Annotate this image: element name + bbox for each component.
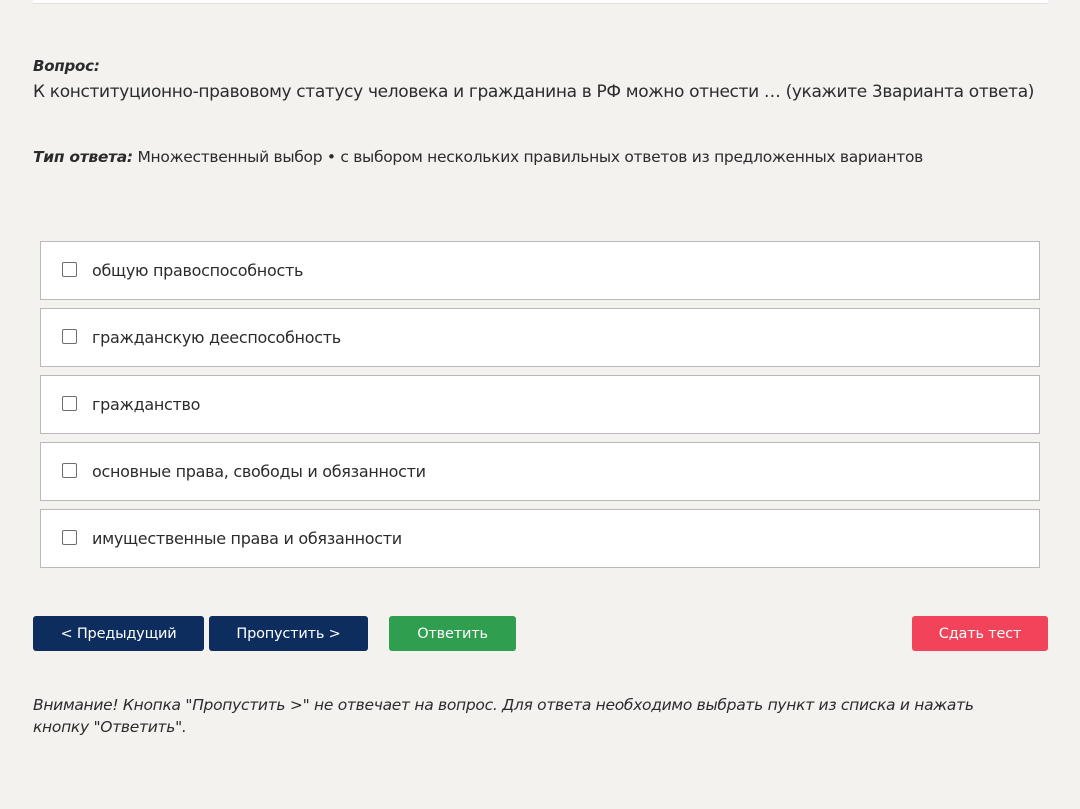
answer-type-value: Множественный выбор • с выбором нескольк… (137, 148, 924, 166)
finish-test-button[interactable]: Сдать тест (912, 616, 1048, 651)
checkbox[interactable] (62, 463, 77, 478)
answer-option[interactable]: гражданскую дееспособность (40, 308, 1040, 367)
checkbox[interactable] (62, 530, 77, 545)
checkbox[interactable] (62, 262, 77, 277)
question-text: К конституционно-правовому статусу челов… (33, 82, 1035, 102)
answer-type: Тип ответа: Множественный выбор • с выбо… (33, 148, 923, 166)
answer-options: общую правоспособность гражданскую деесп… (40, 241, 1040, 576)
answer-option[interactable]: имущественные права и обязанности (40, 509, 1040, 568)
answer-option[interactable]: гражданство (40, 375, 1040, 434)
answer-option-label: общую правоспособность (92, 261, 304, 280)
skip-button[interactable]: Пропустить > (209, 616, 368, 651)
answer-button[interactable]: Ответить (389, 616, 516, 651)
checkbox[interactable] (62, 396, 77, 411)
answer-option[interactable]: основные права, свободы и обязанности (40, 442, 1040, 501)
answer-option-label: гражданство (92, 395, 201, 414)
previous-button[interactable]: < Предыдущий (33, 616, 204, 651)
top-panel (33, 0, 1048, 4)
question-label: Вопрос: (33, 57, 100, 75)
answer-option-label: основные права, свободы и обязанности (92, 462, 426, 481)
answer-type-label: Тип ответа: (33, 148, 133, 166)
answer-option[interactable]: общую правоспособность (40, 241, 1040, 300)
skip-warning: Внимание! Кнопка "Пропустить >" не отвеч… (33, 696, 974, 736)
answer-option-label: имущественные права и обязанности (92, 529, 402, 548)
answer-option-label: гражданскую дееспособность (92, 328, 341, 347)
checkbox[interactable] (62, 329, 77, 344)
